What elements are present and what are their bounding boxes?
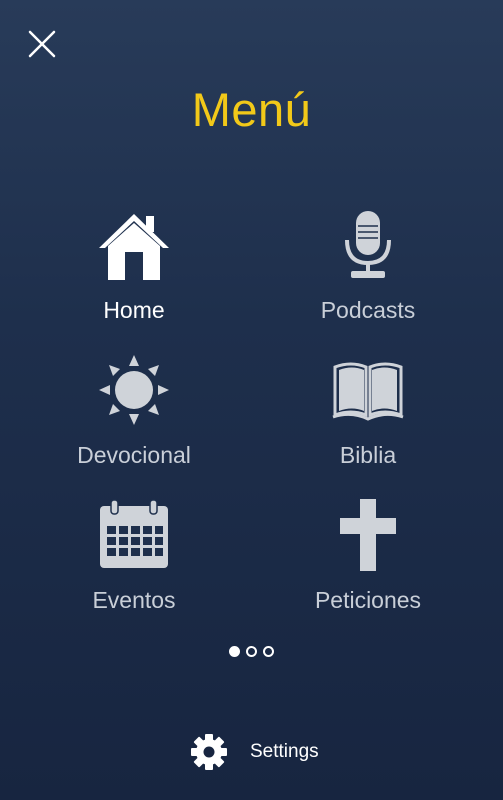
calendar-icon — [34, 495, 234, 575]
page-dot-1[interactable] — [229, 646, 240, 657]
menu-item-devocional[interactable]: Devocional — [34, 345, 234, 475]
page-dot-2[interactable] — [246, 646, 257, 657]
cross-icon — [268, 495, 468, 575]
page-indicator — [0, 646, 503, 657]
menu-item-label: Biblia — [339, 442, 397, 468]
settings-button[interactable]: Settings — [190, 733, 319, 771]
page-dot-3[interactable] — [263, 646, 274, 657]
close-icon — [28, 30, 56, 58]
gear-icon — [191, 734, 227, 770]
menu-item-label: Devocional — [77, 442, 191, 468]
settings-label: Settings — [250, 741, 319, 762]
menu-item-podcasts[interactable]: Podcasts — [268, 200, 468, 330]
menu-item-home[interactable]: Home — [34, 200, 234, 330]
menu-item-peticiones[interactable]: Peticiones — [268, 490, 468, 620]
menu-item-label: Eventos — [92, 587, 176, 613]
menu-item-biblia[interactable]: Biblia — [268, 345, 468, 475]
close-button[interactable] — [22, 24, 62, 64]
microphone-icon — [268, 205, 468, 285]
menu-item-eventos[interactable]: Eventos — [34, 490, 234, 620]
page-title: Menú — [191, 83, 312, 136]
open-book-icon — [268, 350, 468, 430]
menu-item-label: Peticiones — [314, 587, 422, 613]
home-icon — [34, 205, 234, 285]
menu-item-label: Home — [103, 297, 165, 323]
menu-item-label: Podcasts — [320, 297, 416, 323]
sun-icon — [34, 350, 234, 430]
